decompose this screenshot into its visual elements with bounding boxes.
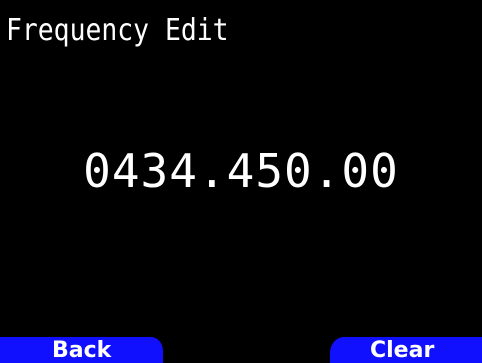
screen-title: Frequency Edit	[6, 13, 229, 48]
frequency-edit-screen: Frequency Edit 0434.450.00 Back Clear	[0, 0, 482, 363]
frequency-value-display[interactable]: 0434.450.00	[0, 145, 482, 197]
clear-softkey-button[interactable]: Clear	[330, 337, 482, 363]
back-softkey-button[interactable]: Back	[0, 337, 163, 363]
